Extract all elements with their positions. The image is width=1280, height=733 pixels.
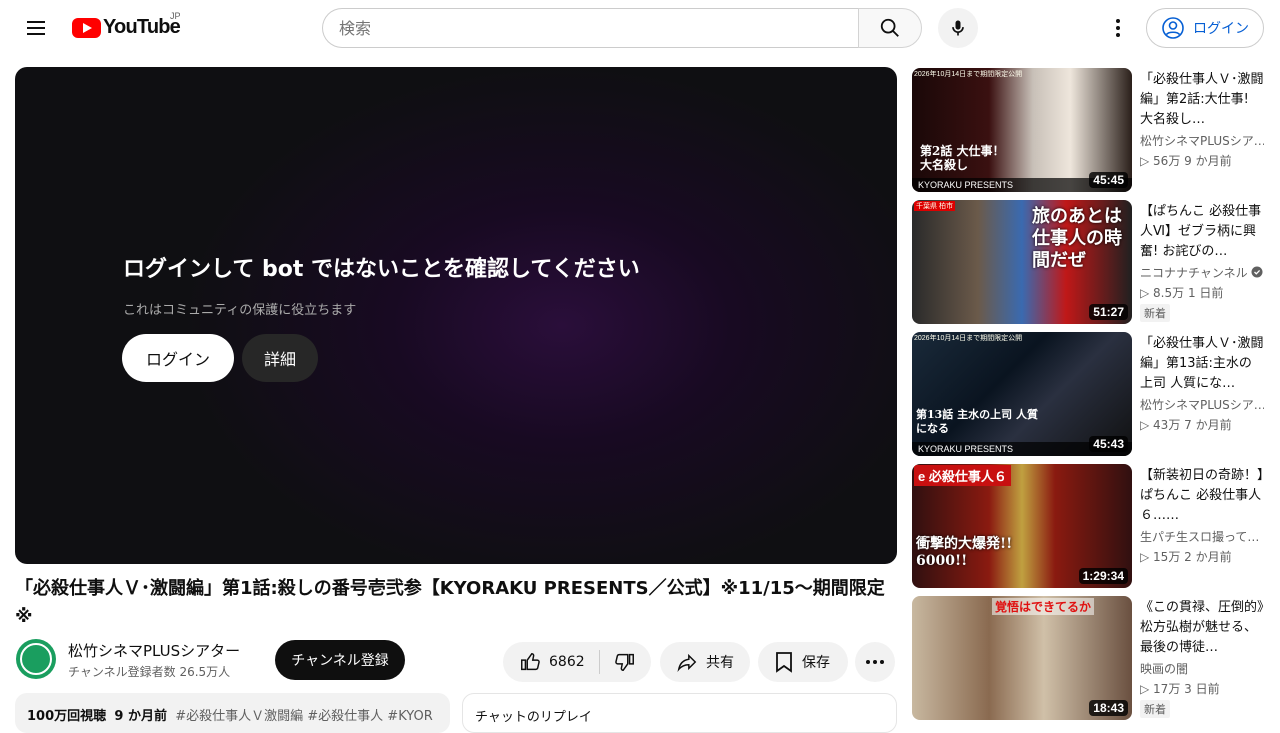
recommendation-title[interactable]: 【新装初日の奇跡！】ぱちんこ 必殺仕事人６…… bbox=[1140, 466, 1264, 526]
menu-icon[interactable] bbox=[20, 12, 52, 44]
recommendation-item[interactable]: e 必殺仕事人６ 衝撃的大爆発!! 6000!! 1:29:34 【新装初日の奇… bbox=[912, 464, 1268, 588]
thumbnail-top-text: 覚悟はできてるか bbox=[992, 598, 1095, 615]
like-button[interactable]: 6862 bbox=[503, 642, 599, 682]
chat-replay-label: チャットのリプレイ bbox=[475, 710, 592, 725]
recommendation-item[interactable]: 覚悟はできてるか 18:43 《この貫禄、圧倒的》松方弘樹が魅せる、最後の博徒…… bbox=[912, 596, 1268, 720]
recommendation-channel[interactable]: 生パチ生スロ撮って… bbox=[1140, 528, 1264, 545]
video-duration: 1:29:34 bbox=[1078, 568, 1128, 584]
recommendation-title[interactable]: 「必殺仕事人Ｖ･激闘編」第13話:主水の上司 人質にな… bbox=[1140, 334, 1264, 394]
logo-text: YouTube bbox=[103, 16, 181, 38]
video-duration: 51:27 bbox=[1089, 304, 1128, 320]
thumbs-up-icon bbox=[521, 653, 540, 671]
youtube-play-icon bbox=[72, 17, 101, 38]
recommendation-meta: ▷ 8.5万 1 日前 bbox=[1140, 286, 1224, 300]
dislike-button[interactable] bbox=[600, 642, 650, 682]
video-thumbnail[interactable]: 千葉県 柏市 旅のあとは仕事人の時間だぜ 51:27 bbox=[912, 200, 1132, 324]
microphone-icon bbox=[952, 20, 964, 36]
like-count: 6862 bbox=[549, 654, 585, 670]
video-thumbnail[interactable]: 覚悟はできてるか 18:43 bbox=[912, 596, 1132, 720]
recommendation-channel[interactable]: 松竹シネマPLUSシア… bbox=[1140, 396, 1264, 413]
recommendation-meta: ▷ 15万 2 か月前 bbox=[1140, 550, 1232, 564]
subscribe-button[interactable]: チャンネル登録 bbox=[275, 640, 405, 680]
thumbnail-top-text: e 必殺仕事人６ bbox=[914, 465, 1011, 486]
upload-date: 9 か月前 bbox=[114, 709, 167, 724]
recommendation-item[interactable]: 2026年10月14日まで期間限定公開 第13話 主水の上司 人質になる KYO… bbox=[912, 332, 1268, 456]
video-thumbnail[interactable]: 2026年10月14日まで期間限定公開 第13話 主水の上司 人質になる KYO… bbox=[912, 332, 1132, 456]
recommendation-title[interactable]: 【ぱちんこ 必殺仕事人Ⅵ】ゼブラ柄に興奮! お詫びの… bbox=[1140, 202, 1264, 262]
video-thumbnail[interactable]: e 必殺仕事人６ 衝撃的大爆発!! 6000!! 1:29:34 bbox=[912, 464, 1132, 588]
recommendation-meta: ▷ 17万 3 日前 bbox=[1140, 682, 1220, 696]
recommendation-channel[interactable]: ニコナナチャンネル bbox=[1140, 264, 1264, 281]
settings-more-icon[interactable] bbox=[1104, 12, 1132, 44]
new-badge: 新着 bbox=[1140, 700, 1170, 718]
share-label: 共有 bbox=[706, 655, 734, 671]
header-login-button[interactable]: ログイン bbox=[1146, 8, 1264, 48]
bot-check-subtitle: これはコミュニティの保護に役立ちます bbox=[123, 303, 357, 318]
video-title: 「必殺仕事人Ｖ･激闘編」第1話:殺しの番号壱弐参【KYORAKU PRESENT… bbox=[15, 578, 885, 627]
thumbnail-top-text: 千葉県 柏市 bbox=[914, 201, 955, 211]
new-badge: 新着 bbox=[1140, 304, 1170, 322]
hashtags[interactable]: #必殺仕事人Ｖ激闘編 #必殺仕事人 #KYOR bbox=[175, 709, 433, 724]
recommendation-title[interactable]: 「必殺仕事人Ｖ･激闘編」第2話:大仕事! 大名殺し… bbox=[1140, 70, 1264, 130]
description-box[interactable]: 100万回視聴 9 か月前 #必殺仕事人Ｖ激闘編 #必殺仕事人 #KYOR bbox=[15, 693, 450, 733]
thumbnail-top-text: 2026年10月14日まで期間限定公開 bbox=[914, 335, 1023, 342]
channel-subscriber-count: チャンネル登録者数 26.5万人 bbox=[68, 665, 231, 679]
recommendation-channel-name: ニコナナチャンネル bbox=[1140, 266, 1248, 280]
search-icon bbox=[880, 18, 899, 37]
video-player[interactable]: ログインして bot ではないことを確認してください これはコミュニティの保護に… bbox=[15, 67, 897, 564]
save-label: 保存 bbox=[802, 655, 830, 671]
search-input[interactable] bbox=[322, 8, 859, 48]
search-button[interactable] bbox=[858, 8, 922, 48]
recommendation-channel[interactable]: 映画の闇 bbox=[1140, 660, 1264, 677]
account-icon bbox=[1162, 17, 1184, 39]
channel-name[interactable]: 松竹シネマPLUSシアター bbox=[68, 640, 240, 661]
video-duration: 45:45 bbox=[1089, 172, 1128, 188]
share-button[interactable]: 共有 bbox=[660, 642, 750, 682]
header-login-label: ログイン bbox=[1193, 21, 1249, 37]
recommendation-meta: ▷ 56万 9 か月前 bbox=[1140, 154, 1232, 168]
voice-search-button[interactable] bbox=[938, 8, 978, 48]
thumbnail-overlay-text: 旅のあとは仕事人の時間だぜ bbox=[1032, 206, 1122, 271]
masthead: YouTube JP ログイン bbox=[0, 0, 1280, 56]
recommendation-channel[interactable]: 松竹シネマPLUSシア… bbox=[1140, 132, 1264, 149]
verified-icon bbox=[1251, 266, 1263, 278]
bookmark-icon bbox=[776, 652, 792, 673]
thumbs-down-icon bbox=[614, 653, 634, 671]
chat-replay-panel[interactable]: チャットのリプレイ bbox=[462, 693, 897, 733]
youtube-logo[interactable]: YouTube JP bbox=[72, 11, 181, 39]
channel-logo-icon bbox=[20, 643, 52, 675]
share-icon bbox=[677, 653, 697, 672]
thumbnail-overlay-text: 衝撃的大爆発!! 6000!! bbox=[916, 536, 1013, 569]
player-login-button[interactable]: ログイン bbox=[122, 334, 234, 382]
player-detail-button[interactable]: 詳細 bbox=[242, 334, 318, 382]
region-code: JP bbox=[170, 11, 181, 21]
video-duration: 45:43 bbox=[1089, 436, 1128, 452]
view-count: 100万回視聴 bbox=[27, 709, 107, 724]
video-thumbnail[interactable]: 2026年10月14日まで期間限定公開 第2話 大仕事！大名殺し KYORAKU… bbox=[912, 68, 1132, 192]
recommendation-title[interactable]: 《この貫禄、圧倒的》松方弘樹が魅せる、最後の博徒… bbox=[1140, 598, 1264, 658]
save-button[interactable]: 保存 bbox=[758, 642, 848, 682]
like-dislike-group: 6862 bbox=[503, 642, 651, 682]
recommendation-item[interactable]: 千葉県 柏市 旅のあとは仕事人の時間だぜ 51:27 【ぱちんこ 必殺仕事人Ⅵ】… bbox=[912, 200, 1268, 324]
channel-avatar[interactable] bbox=[16, 639, 56, 679]
thumbnail-top-text: 2026年10月14日まで期間限定公開 bbox=[914, 71, 1023, 78]
thumbnail-overlay-text: 第2話 大仕事！大名殺し bbox=[920, 144, 1005, 172]
more-actions-icon[interactable] bbox=[855, 642, 895, 682]
bot-check-title: ログインして bot ではないことを確認してください bbox=[123, 257, 640, 282]
recommendation-item[interactable]: 2026年10月14日まで期間限定公開 第2話 大仕事！大名殺し KYORAKU… bbox=[912, 68, 1268, 192]
thumbnail-overlay-text: 第13話 主水の上司 人質になる bbox=[916, 408, 1038, 435]
recommendation-meta: ▷ 43万 7 か月前 bbox=[1140, 418, 1232, 432]
video-duration: 18:43 bbox=[1089, 700, 1128, 716]
